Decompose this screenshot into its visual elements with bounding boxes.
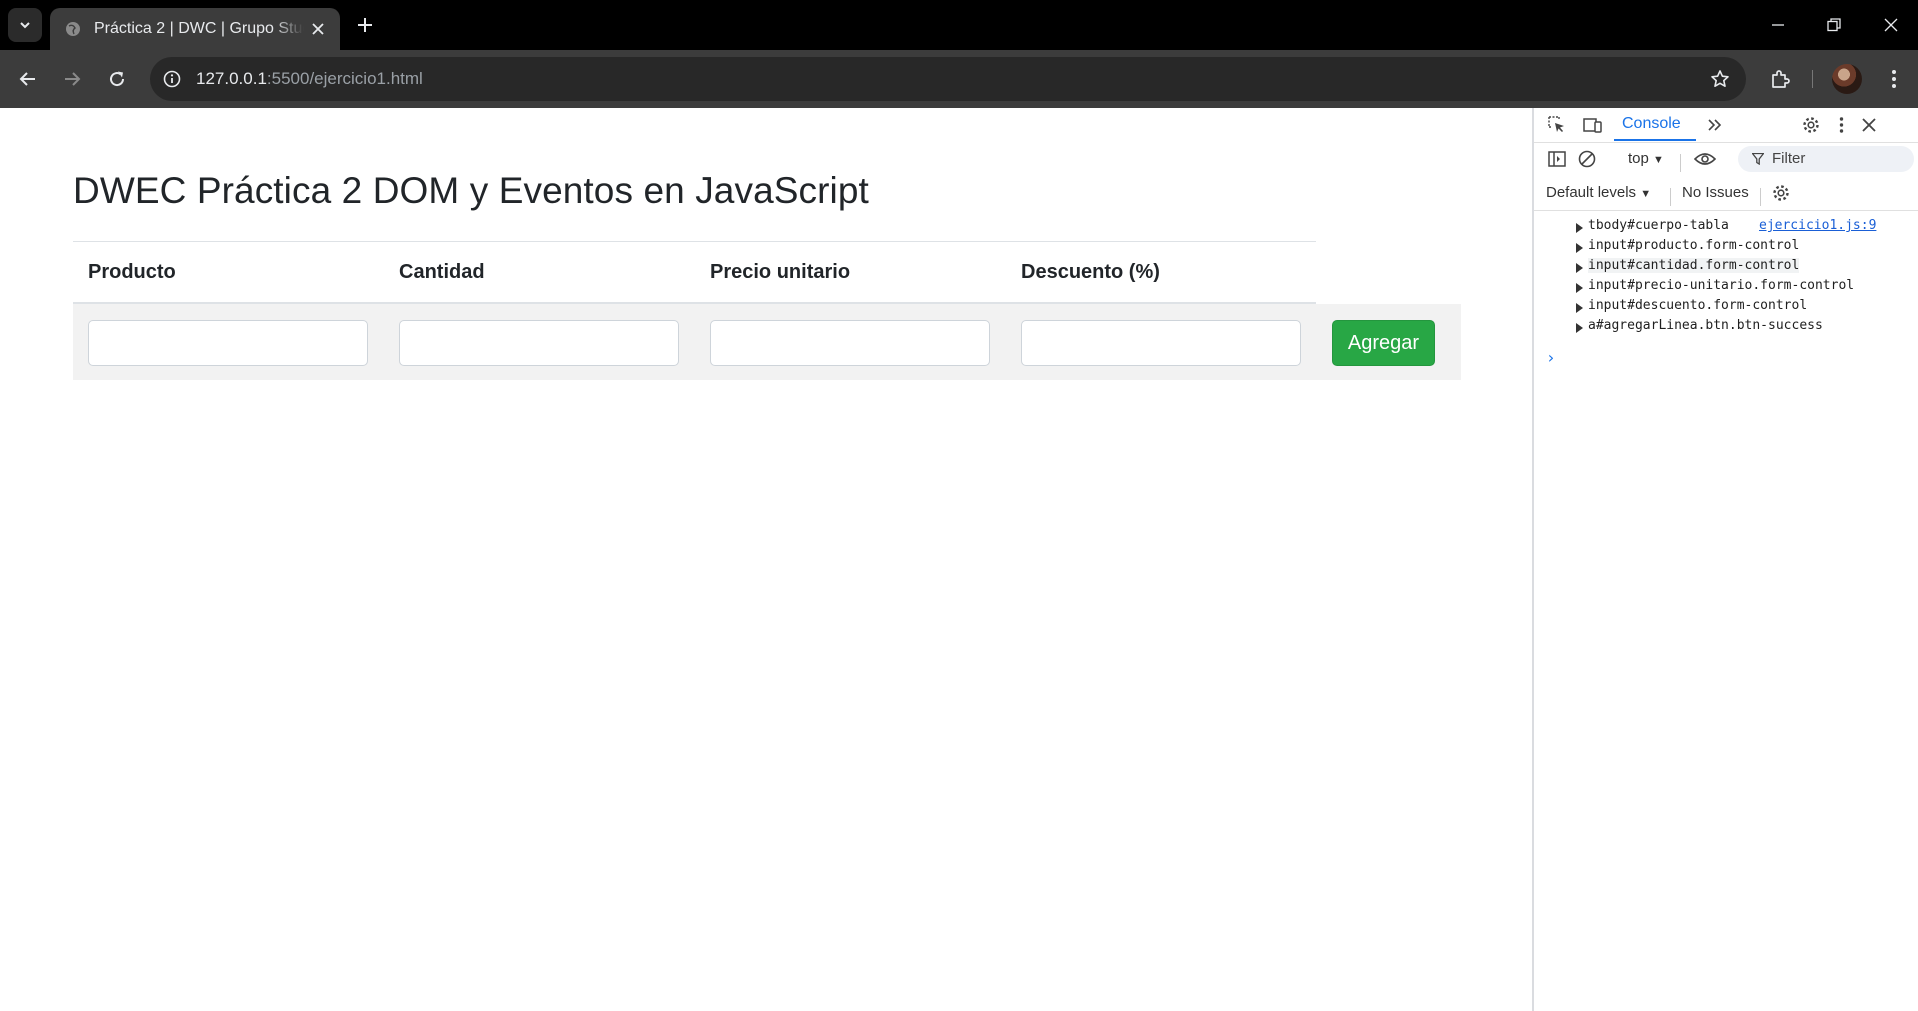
restore-icon bbox=[1827, 18, 1841, 32]
expand-triangle-icon[interactable] bbox=[1576, 323, 1583, 333]
caret-down-icon: ▼ bbox=[1653, 154, 1664, 166]
forward-button[interactable] bbox=[56, 63, 88, 95]
bookmark-star-icon[interactable] bbox=[1708, 67, 1732, 91]
close-icon bbox=[1884, 18, 1898, 32]
reload-button[interactable] bbox=[101, 63, 133, 95]
back-button[interactable] bbox=[12, 63, 44, 95]
devtools-panel: Console top ▼ Filter Default levels ▼ No bbox=[1532, 108, 1918, 1011]
site-info-icon[interactable] bbox=[160, 67, 184, 91]
sidebar-toggle-icon[interactable] bbox=[1544, 146, 1570, 172]
issues-divider bbox=[1760, 188, 1761, 206]
tab-title: Práctica 2 | DWC | Grupo Studium bbox=[94, 20, 304, 37]
toolbar-divider bbox=[1680, 154, 1681, 172]
reload-icon bbox=[110, 71, 125, 87]
expand-triangle-icon[interactable] bbox=[1576, 243, 1583, 253]
url-host: 127.0.0.1 bbox=[196, 69, 267, 88]
active-tab-indicator bbox=[1614, 139, 1696, 141]
producto-input[interactable] bbox=[88, 320, 368, 366]
column-header-descuento: Descuento (%) bbox=[1021, 261, 1160, 283]
descuento-input[interactable] bbox=[1021, 320, 1301, 366]
globe-icon bbox=[64, 20, 82, 38]
table-top-border bbox=[73, 241, 1316, 242]
inspect-element-icon[interactable] bbox=[1544, 112, 1570, 138]
console-settings-gear-icon[interactable] bbox=[1768, 180, 1794, 206]
expand-triangle-icon[interactable] bbox=[1576, 283, 1583, 293]
cantidad-input[interactable] bbox=[399, 320, 679, 366]
page-viewport: DWEC Práctica 2 DOM y Eventos en JavaScr… bbox=[0, 108, 1532, 1011]
levels-divider bbox=[1670, 188, 1671, 206]
more-menu-icon[interactable] bbox=[1878, 63, 1910, 95]
device-toolbar-icon[interactable] bbox=[1580, 112, 1606, 138]
devtools-tabbar: Console bbox=[1534, 108, 1918, 143]
profile-avatar[interactable] bbox=[1832, 64, 1862, 94]
expand-triangle-icon[interactable] bbox=[1576, 303, 1583, 313]
column-header-precio-unitario: Precio unitario bbox=[710, 261, 851, 283]
context-selector[interactable]: top ▼ bbox=[1628, 150, 1664, 167]
close-window-button[interactable] bbox=[1876, 10, 1906, 40]
log-source-link[interactable]: ejercicio1.js:9 bbox=[1759, 218, 1876, 233]
browser-toolbar: 127.0.0.1:5500/ejercicio1.html bbox=[0, 50, 1918, 108]
expand-triangle-icon[interactable] bbox=[1576, 223, 1583, 233]
address-bar[interactable]: 127.0.0.1:5500/ejercicio1.html bbox=[150, 57, 1746, 101]
filter-input[interactable]: Filter bbox=[1738, 146, 1914, 172]
expand-triangle-icon[interactable] bbox=[1576, 263, 1583, 273]
console-prompt[interactable]: › bbox=[1546, 348, 1556, 367]
close-devtools-icon[interactable] bbox=[1856, 112, 1882, 138]
filter-placeholder: Filter bbox=[1772, 150, 1806, 167]
extensions-icon[interactable] bbox=[1764, 63, 1796, 95]
log-levels-dropdown[interactable]: Default levels ▼ bbox=[1546, 184, 1651, 201]
restore-button[interactable] bbox=[1819, 10, 1849, 40]
more-tabs-icon[interactable] bbox=[1702, 112, 1728, 138]
page-title: DWEC Práctica 2 DOM y Eventos en JavaScr… bbox=[73, 170, 869, 211]
tab-console[interactable]: Console bbox=[1622, 115, 1681, 133]
log-entry[interactable]: input#descuento.form-control bbox=[1588, 298, 1807, 313]
log-entry[interactable]: input#cantidad.form-control bbox=[1588, 258, 1800, 273]
active-tab[interactable]: Práctica 2 | DWC | Grupo Studium bbox=[50, 8, 340, 50]
log-entry[interactable]: a#agregarLinea.btn.btn-success bbox=[1588, 318, 1823, 333]
column-header-producto: Producto bbox=[88, 261, 176, 283]
context-value: top bbox=[1628, 150, 1649, 167]
log-entry[interactable]: input#precio-unitario.form-control bbox=[1588, 278, 1854, 293]
arrow-right-icon bbox=[65, 72, 81, 86]
log-entry[interactable]: input#producto.form-control bbox=[1588, 238, 1799, 253]
filter-funnel-icon bbox=[1752, 153, 1764, 165]
settings-gear-icon[interactable] bbox=[1798, 112, 1824, 138]
tab-strip: Práctica 2 | DWC | Grupo Studium bbox=[0, 0, 1918, 50]
arrow-left-icon bbox=[19, 72, 35, 86]
minimize-icon bbox=[1772, 24, 1784, 26]
column-header-cantidad: Cantidad bbox=[399, 261, 485, 283]
url-path: :5500/ejercicio1.html bbox=[266, 69, 423, 88]
clear-console-icon[interactable] bbox=[1574, 146, 1600, 172]
issues-button[interactable]: No Issues bbox=[1682, 184, 1749, 201]
caret-down-icon: ▼ bbox=[1640, 188, 1652, 200]
log-entry[interactable]: tbody#cuerpo-tabla bbox=[1588, 218, 1729, 233]
close-tab-icon[interactable] bbox=[308, 19, 328, 39]
plus-icon bbox=[358, 18, 372, 32]
minimize-button[interactable] bbox=[1763, 10, 1793, 40]
toolbar-divider bbox=[1812, 70, 1813, 88]
chevron-down-icon bbox=[20, 22, 30, 29]
log-levels-label: Default levels bbox=[1546, 184, 1637, 201]
agregar-button[interactable]: Agregar bbox=[1332, 320, 1435, 366]
tab-search-button[interactable] bbox=[8, 8, 42, 42]
devtools-menu-icon[interactable] bbox=[1828, 112, 1854, 138]
url-text[interactable]: 127.0.0.1:5500/ejercicio1.html bbox=[196, 69, 423, 89]
precio-unitario-input[interactable] bbox=[710, 320, 990, 366]
eye-icon[interactable] bbox=[1692, 146, 1718, 172]
new-tab-button[interactable] bbox=[352, 12, 378, 38]
